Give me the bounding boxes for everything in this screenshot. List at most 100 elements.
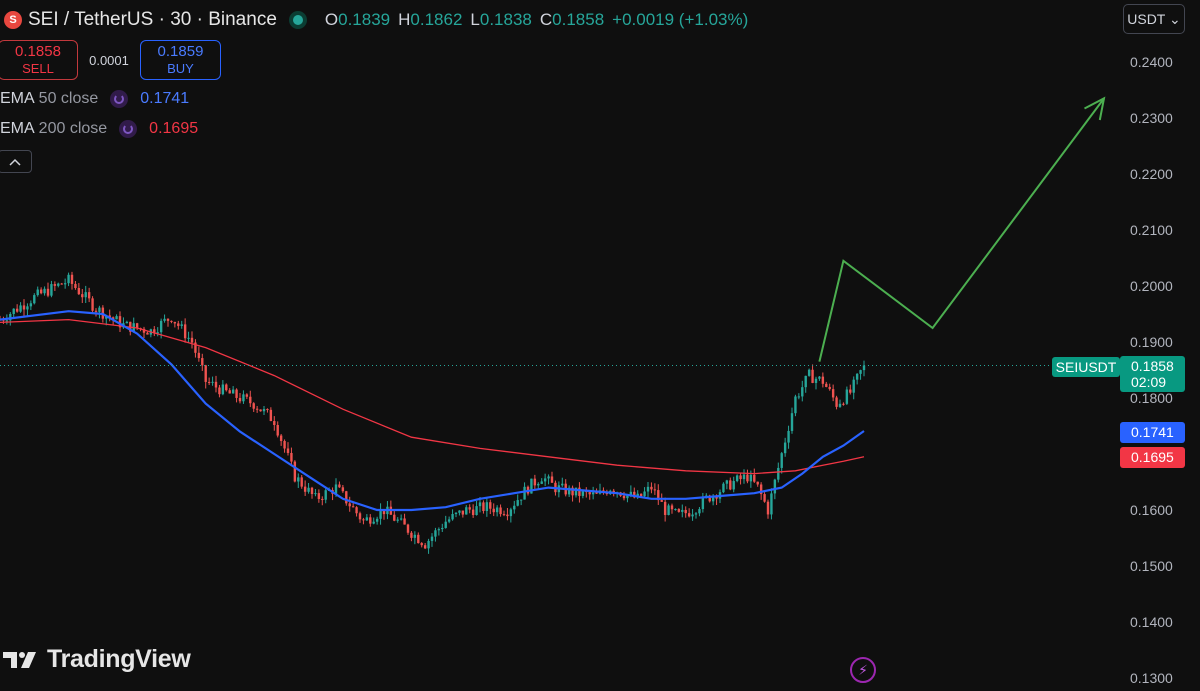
candle-body — [814, 378, 818, 383]
candle-body — [321, 498, 324, 500]
ema-200-price-label: 0.1695 — [1120, 447, 1185, 468]
candle-body — [513, 505, 516, 510]
indicator-value: 0.1741 — [140, 90, 190, 107]
sell-label: SELL — [22, 61, 54, 76]
candle-body — [783, 442, 787, 454]
candle-body — [492, 508, 495, 513]
candle-body — [420, 543, 423, 546]
candle-body — [639, 493, 643, 497]
symbol-price-label: SEIUSDT — [1052, 357, 1120, 377]
candle-body — [348, 503, 351, 507]
candle-body — [324, 490, 327, 500]
candle-body — [499, 507, 502, 515]
candle-body — [468, 507, 471, 510]
candle-body — [39, 289, 43, 294]
candle-body — [338, 484, 341, 488]
buy-button[interactable]: 0.1859 BUY — [140, 40, 221, 80]
candle-body — [372, 521, 375, 524]
candle-body — [77, 288, 81, 295]
candle-body — [725, 480, 729, 484]
candle-body — [773, 479, 777, 494]
tradingview-logo[interactable]: TradingView — [3, 645, 191, 674]
candle-body — [838, 403, 842, 407]
market-status-icon[interactable] — [288, 11, 307, 29]
candle-body — [115, 316, 118, 320]
candle-body — [430, 536, 434, 541]
candle-body — [835, 397, 838, 407]
candle-body — [506, 514, 509, 517]
candle-body — [218, 387, 221, 395]
brand-name: TradingView — [47, 645, 191, 673]
candle-body — [81, 294, 84, 298]
candle-body — [845, 389, 849, 404]
candle-body — [629, 491, 633, 495]
candle-body — [581, 490, 585, 496]
price-tick-label: 0.1600 — [1130, 502, 1173, 518]
candle-body — [461, 510, 465, 515]
candle-body — [478, 502, 482, 507]
candle-body — [660, 500, 663, 502]
candle-body — [458, 510, 461, 513]
candle-body — [821, 376, 825, 384]
candle-body — [146, 332, 149, 335]
candle-body — [811, 369, 814, 383]
candle-body — [537, 483, 540, 486]
candle-body — [646, 486, 650, 492]
candle-body — [262, 409, 266, 412]
indicator-ema-200[interactable]: EMA 200 close 0.1695 — [0, 120, 198, 138]
indicator-params: 50 close — [38, 90, 99, 107]
candle-body — [842, 403, 845, 405]
close-label: C — [539, 10, 553, 29]
candle-body — [475, 506, 478, 516]
candle-body — [211, 381, 214, 383]
candle-body — [221, 384, 225, 395]
candle-body — [74, 283, 77, 289]
candle-body — [290, 452, 293, 462]
candle-body — [351, 506, 355, 508]
lightning-icon[interactable]: ⚡ — [850, 657, 876, 683]
candle-body — [183, 324, 187, 339]
candle-body — [177, 323, 180, 326]
candle-body — [735, 475, 739, 482]
candle-body — [825, 383, 828, 387]
candle-body — [485, 502, 489, 512]
candle-body — [201, 358, 204, 366]
collapse-indicators-button[interactable] — [0, 150, 32, 173]
candle-body — [252, 403, 255, 409]
candle-body — [444, 521, 447, 528]
candle-body — [249, 396, 252, 404]
candle-body — [495, 507, 499, 513]
candle-body — [849, 389, 852, 393]
candle-body — [729, 480, 732, 490]
candle-body — [410, 532, 413, 538]
price-tick-label: 0.2200 — [1130, 166, 1173, 182]
candle-body — [516, 500, 519, 506]
indicator-settings-icon[interactable] — [119, 120, 138, 138]
candle-body — [756, 481, 759, 485]
candle-body — [375, 518, 379, 522]
candle-body — [33, 295, 36, 304]
candle-body — [749, 474, 753, 482]
ema-50-price-label: 0.1741 — [1120, 422, 1185, 443]
candle-body — [465, 507, 468, 515]
symbol-title[interactable]: SEI / TetherUS · 30 · Binance — [28, 9, 277, 31]
last-price-value: 0.1858 — [1131, 358, 1174, 374]
candle-body — [471, 509, 475, 516]
indicator-value: 0.1695 — [149, 120, 199, 137]
projection-arrow[interactable] — [818, 97, 1105, 362]
price-tick-label: 0.1900 — [1130, 334, 1173, 350]
candle-body — [57, 283, 60, 286]
indicator-settings-icon[interactable] — [110, 90, 129, 108]
candle-body — [454, 512, 458, 515]
candle-body — [451, 514, 454, 520]
candle-body — [231, 389, 235, 394]
candle-body — [777, 467, 780, 480]
candle-body — [300, 477, 303, 487]
sell-button[interactable]: 0.1858 SELL — [0, 40, 78, 80]
currency-select[interactable]: USDT ⌄ — [1123, 4, 1185, 34]
indicator-ema-50[interactable]: EMA 50 close 0.1741 — [0, 90, 189, 108]
candle-body — [550, 476, 554, 483]
candle-body — [204, 365, 207, 382]
candle-body — [87, 292, 91, 299]
candle-body — [245, 394, 249, 397]
